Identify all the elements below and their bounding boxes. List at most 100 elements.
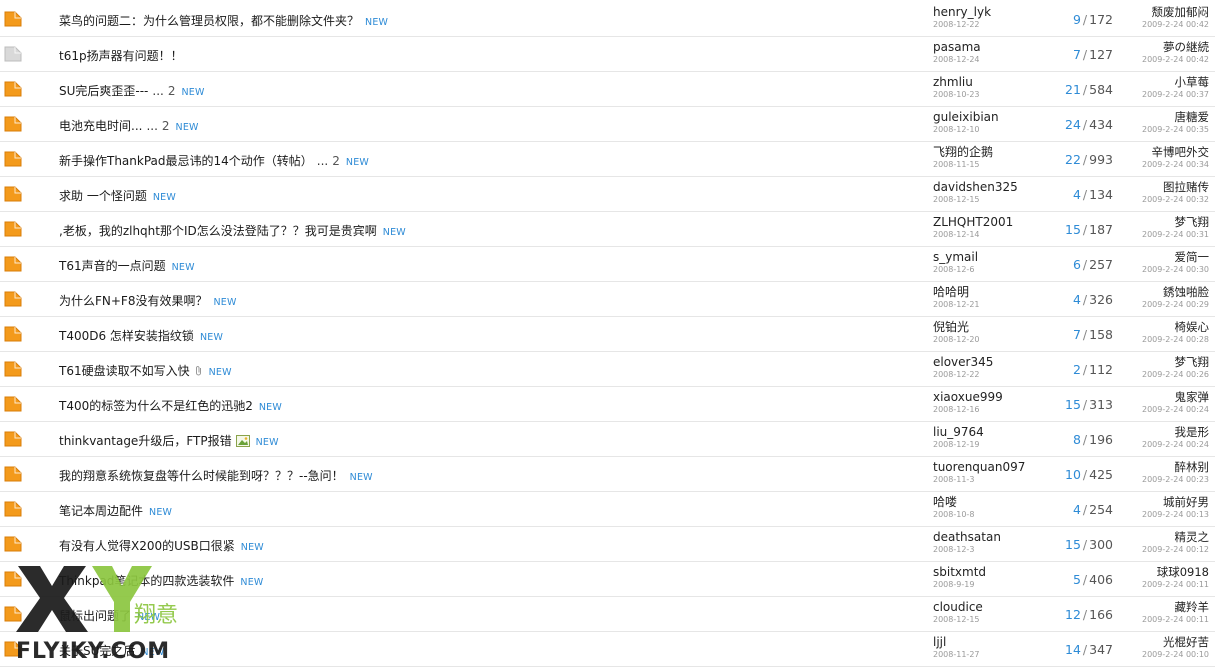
view-count: 326 <box>1089 292 1113 307</box>
new-badge: NEW <box>208 367 232 378</box>
thread-title-link[interactable]: T61硬盘读取不如写入快 <box>59 364 190 378</box>
last-poster-link[interactable]: 梦飞翔 <box>1117 354 1210 370</box>
count-separator: / <box>1082 537 1088 552</box>
author-link[interactable]: xiaoxue999 <box>933 389 1029 405</box>
reply-count: 2 <box>1072 362 1081 377</box>
author-link[interactable]: henry_lyk <box>933 4 1029 20</box>
post-date: 2008-12-3 <box>933 545 975 554</box>
author-link[interactable]: liu_9764 <box>933 424 1029 440</box>
author-link[interactable]: 哈哈明 <box>933 284 1029 300</box>
last-poster-link[interactable]: 图拉赌传 <box>1117 179 1209 195</box>
thread-title-link[interactable]: 鼠标出问题了 <box>59 609 131 623</box>
last-post-cell: 鬼家弹 2009-2-24 00:24 <box>1117 389 1209 415</box>
post-date: 2008-10-23 <box>933 90 980 99</box>
last-poster-link[interactable]: 小草莓 <box>1117 74 1210 90</box>
author-cell: ljjl 2008-11-27 <box>933 634 1029 660</box>
last-post-cell: 我是形 2009-2-24 00:24 <box>1117 424 1209 450</box>
last-poster-link[interactable]: 我是形 <box>1117 424 1210 440</box>
thread-title-link[interactable]: thinkvantage升级后，FTP报错 <box>59 434 232 448</box>
view-count: 425 <box>1089 467 1113 482</box>
thread-list: 菜鸟的问题二：为什么管理员权限，都不能删除文件夹？ NEW henry_lyk 2… <box>0 2 1215 667</box>
thread-title-link[interactable]: 菜鸟的问题二：为什么管理员权限，都不能删除文件夹？ <box>59 14 359 28</box>
new-badge: NEW <box>240 577 264 588</box>
post-date: 2008-12-6 <box>933 265 975 274</box>
page-link[interactable]: 2 <box>332 154 340 168</box>
reply-count: 8 <box>1072 432 1081 447</box>
last-poster-link[interactable]: 椅娱心 <box>1117 319 1210 335</box>
view-count: 134 <box>1089 187 1113 202</box>
thread-title-link[interactable]: 有没有人觉得X200的USB口很紧 <box>59 539 235 553</box>
thread-title-link[interactable]: 新手操作ThankPad最忌讳的14个动作（转帖） <box>59 154 313 168</box>
thread-title-link[interactable]: 笔记本周边配件 <box>59 504 143 518</box>
author-link[interactable]: davidshen325 <box>933 179 1029 195</box>
author-link[interactable]: deathsatan <box>933 529 1029 545</box>
author-link[interactable]: s_ymail <box>933 249 1029 265</box>
author-link[interactable]: 倪铂光 <box>933 319 1029 335</box>
thread-title-link[interactable]: t61p扬声器有问题！！ <box>59 49 183 63</box>
reply-view-counts: 7/158 <box>1073 327 1113 342</box>
reply-view-counts: 21/584 <box>1065 82 1113 97</box>
reply-view-counts: 22/993 <box>1065 152 1113 167</box>
thread-title-link[interactable]: 我的翔意系统恢复盘等什么时候能到呀？？？--急问！ <box>59 469 344 483</box>
thread-title-link[interactable]: T61声音的一点问题 <box>59 259 166 273</box>
thread-title-link[interactable]: 为什么FN+F8没有效果啊？ <box>59 294 207 308</box>
last-poster-link[interactable]: 藏羚羊 <box>1117 599 1210 615</box>
last-poster-link[interactable]: 光棍好苦 <box>1117 634 1209 650</box>
last-poster-link[interactable]: 精灵之 <box>1117 529 1210 545</box>
title-ellipsis: ... <box>316 154 329 168</box>
author-cell: 哈喽 2008-10-8 <box>933 494 1029 520</box>
author-link[interactable]: ZLHQHT2001 <box>933 214 1029 230</box>
last-post-cell: 爱简一 2009-2-24 00:30 <box>1117 249 1209 275</box>
last-poster-link[interactable]: 鬼家弹 <box>1117 389 1210 405</box>
author-cell: xiaoxue999 2008-12-16 <box>933 389 1029 415</box>
author-link[interactable]: zhmliu <box>933 74 1029 90</box>
last-poster-link[interactable]: 銹蚀啪脸 <box>1117 284 1209 300</box>
thread-title-link[interactable]: SU完后爽歪歪--- <box>59 84 148 98</box>
thread-title-link[interactable]: 关于SU完之后 <box>59 644 135 658</box>
count-separator: / <box>1082 327 1088 342</box>
last-poster-link[interactable]: 梦飞翔 <box>1117 214 1210 230</box>
author-link[interactable]: pasama <box>933 39 1029 55</box>
reply-count: 9 <box>1072 12 1081 27</box>
new-badge: NEW <box>349 472 373 483</box>
reply-view-counts: 6/257 <box>1073 257 1113 272</box>
thread-title-link[interactable]: ,老板，我的zlhqht那个ID怎么没法登陆了？？我可是贵宾啊 <box>59 224 377 238</box>
view-count: 172 <box>1089 12 1113 27</box>
thread-title-link[interactable]: 求助 一个怪问题 <box>59 189 147 203</box>
last-poster-link[interactable]: 唐糖爱 <box>1117 109 1210 125</box>
thread-title-link[interactable]: T400D6 怎样安装指纹锁 <box>59 329 194 343</box>
last-poster-link[interactable]: 球球0918 <box>1117 564 1209 580</box>
author-link[interactable]: tuorenquan097 <box>933 459 1029 475</box>
table-row: 鼠标出问题了 NEW cloudice 2008-12-15 12/166 藏羚羊… <box>0 597 1215 632</box>
thread-title-link[interactable]: 电池充电时间... <box>59 119 142 133</box>
folder-orange-icon <box>4 81 22 97</box>
last-poster-link[interactable]: 夢の継続 <box>1117 39 1209 55</box>
author-link[interactable]: guleixibian <box>933 109 1029 125</box>
table-row: 我的翔意系统恢复盘等什么时候能到呀？？？--急问！ NEW tuorenquan0… <box>0 457 1215 492</box>
author-link[interactable]: elover345 <box>933 354 1029 370</box>
view-count: 112 <box>1089 362 1113 377</box>
post-date: 2008-12-10 <box>933 125 980 134</box>
author-link[interactable]: 飞翔的企鹅 <box>933 144 1029 160</box>
reply-count: 22 <box>1065 152 1081 167</box>
author-link[interactable]: 哈喽 <box>933 494 1029 510</box>
last-poster-link[interactable]: 醉林别 <box>1117 459 1210 475</box>
last-post-time: 2009-2-24 00:24 <box>1142 440 1209 449</box>
folder-orange-icon <box>4 256 22 272</box>
last-poster-link[interactable]: 爱简一 <box>1117 249 1210 265</box>
new-badge: NEW <box>365 17 389 28</box>
last-post-time: 2009-2-24 00:11 <box>1142 580 1209 589</box>
last-poster-link[interactable]: 辛博吧外交 <box>1117 144 1210 160</box>
author-link[interactable]: cloudice <box>933 599 1029 615</box>
last-poster-link[interactable]: 城前好男 <box>1117 494 1209 510</box>
author-link[interactable]: ljjl <box>933 634 1029 650</box>
thread-title-link[interactable]: Thinkpad笔记本的四款选装软件 <box>59 574 234 588</box>
view-count: 347 <box>1089 642 1113 657</box>
page-link[interactable]: 2 <box>162 119 170 133</box>
last-poster-link[interactable]: 颓废加郁闷 <box>1117 4 1210 20</box>
page-link[interactable]: 2 <box>168 84 176 98</box>
last-post-cell: 梦飞翔 2009-2-24 00:31 <box>1117 214 1209 240</box>
last-post-time: 2009-2-24 00:35 <box>1142 125 1209 134</box>
author-link[interactable]: sbitxmtd <box>933 564 1029 580</box>
thread-title-link[interactable]: T400的标签为什么不是红色的迅驰2 <box>59 399 253 413</box>
